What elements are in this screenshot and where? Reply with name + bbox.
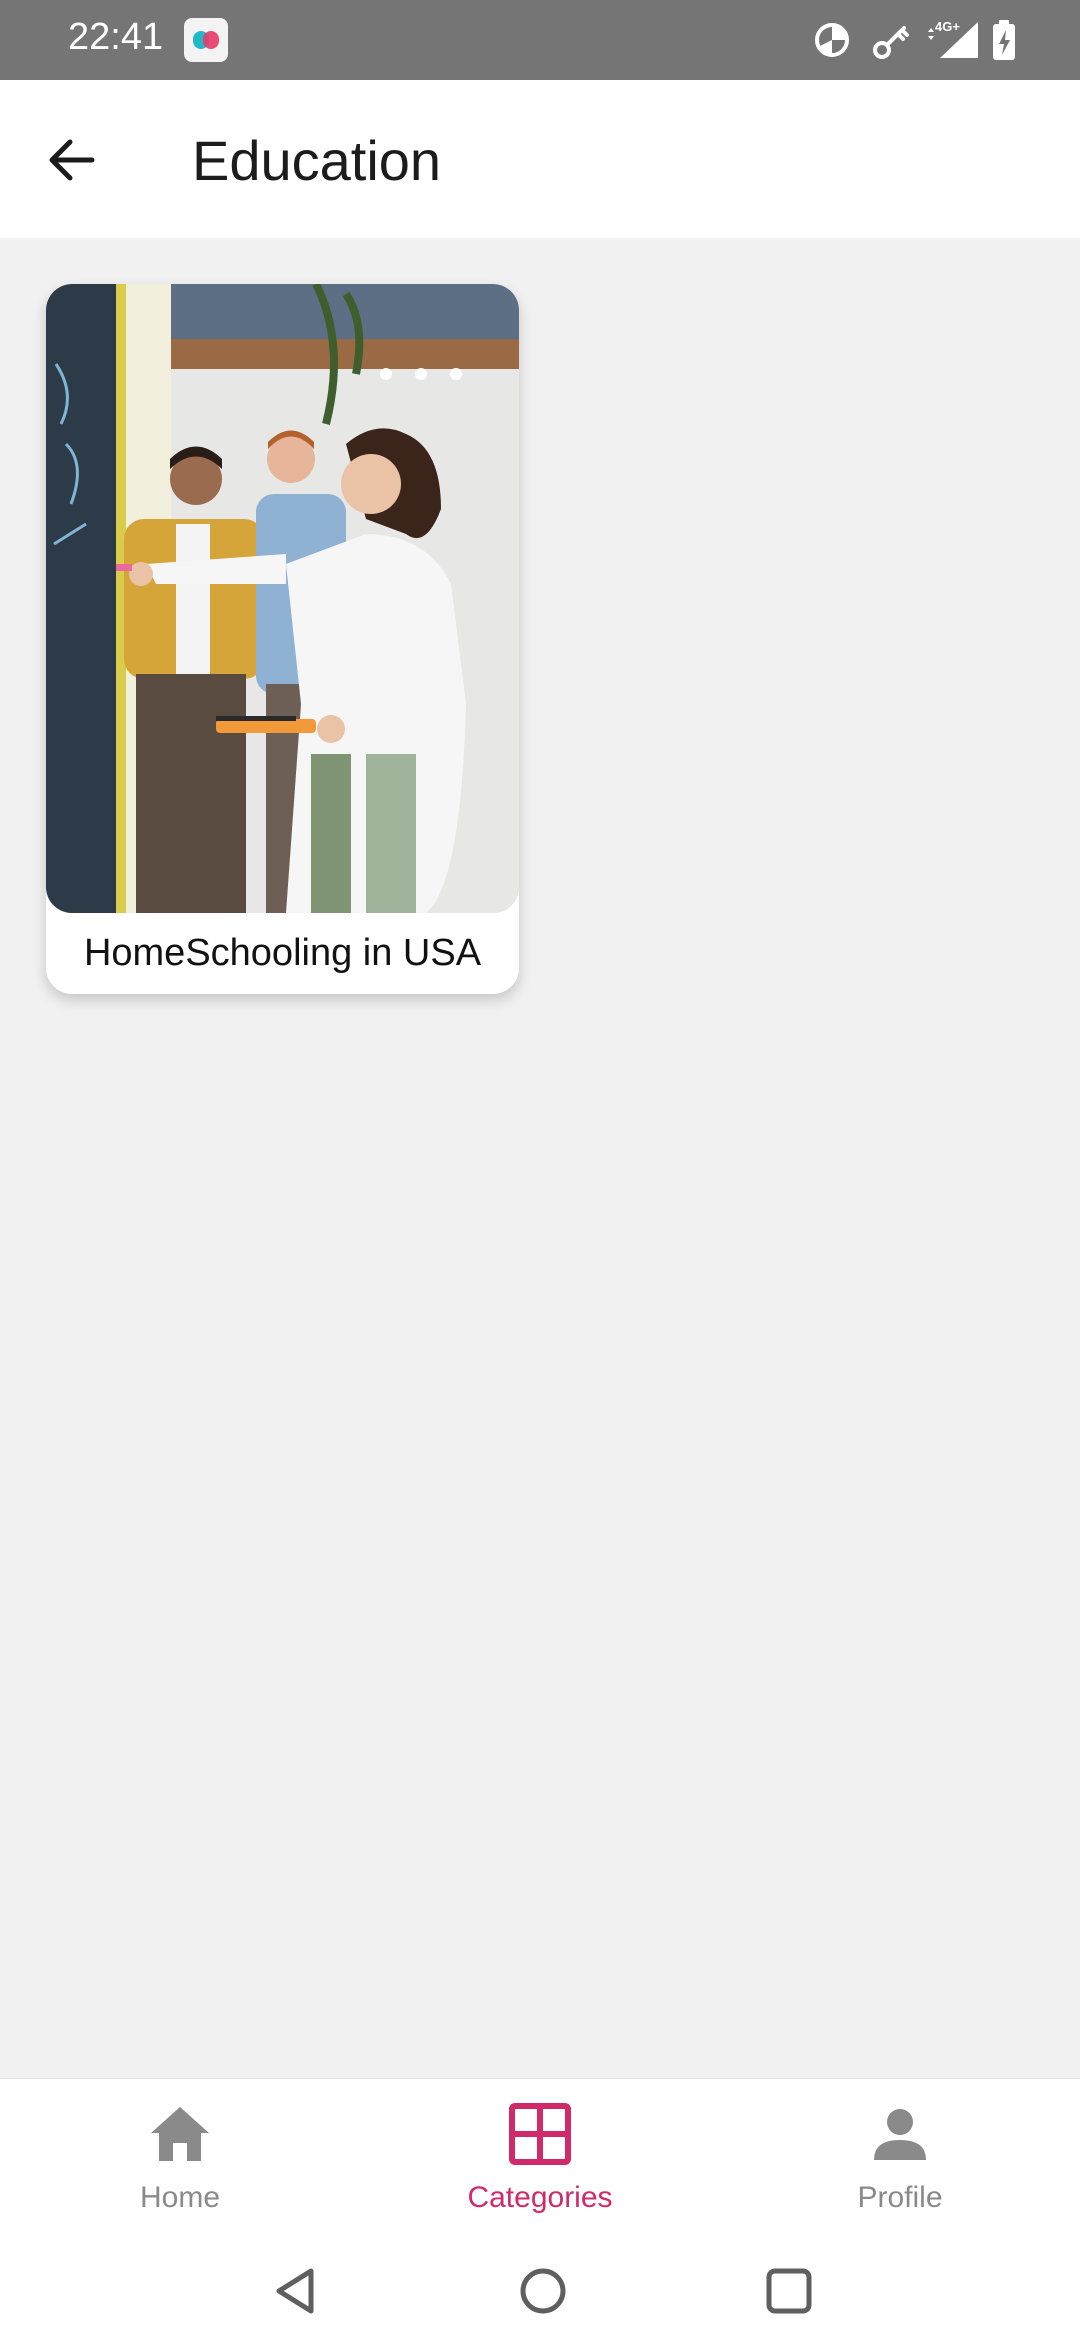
category-content: HomeSchooling in USA	[0, 238, 1080, 2078]
nav-label-categories: Categories	[467, 2181, 613, 2214]
back-button[interactable]	[28, 116, 116, 204]
vpn-key-icon	[872, 18, 912, 62]
page-title: Education	[192, 129, 442, 192]
article-card[interactable]: HomeSchooling in USA	[46, 284, 519, 994]
recents-square-icon[interactable]	[754, 2256, 824, 2326]
arrow-left-icon	[49, 139, 95, 181]
status-bar: 22:41 4G+	[0, 0, 1080, 80]
bottom-navigation: Home Categories Profile	[0, 2078, 1080, 2238]
back-triangle-icon[interactable]	[262, 2256, 332, 2326]
article-card-title: HomeSchooling in USA	[83, 932, 482, 974]
system-navigation-bar	[0, 2238, 1080, 2340]
battery-charging-icon	[990, 18, 1020, 62]
person-icon	[865, 2099, 935, 2169]
app-notification-icon	[184, 18, 228, 62]
data-saver-icon	[812, 18, 852, 62]
nav-item-home[interactable]: Home	[60, 2079, 300, 2239]
cellular-signal-icon: 4G+	[920, 18, 980, 62]
grid-icon	[505, 2099, 575, 2169]
status-time: 22:41	[68, 16, 164, 58]
home-circle-icon[interactable]	[508, 2256, 578, 2326]
network-type-label: 4G+	[935, 19, 960, 34]
classroom-photo	[46, 284, 519, 913]
home-icon	[145, 2099, 215, 2169]
nav-item-profile[interactable]: Profile	[780, 2079, 1020, 2239]
nav-item-categories[interactable]: Categories	[420, 2079, 660, 2239]
nav-label-profile: Profile	[857, 2181, 943, 2214]
nav-label-home: Home	[139, 2181, 221, 2214]
app-bar: Education	[0, 80, 1080, 238]
